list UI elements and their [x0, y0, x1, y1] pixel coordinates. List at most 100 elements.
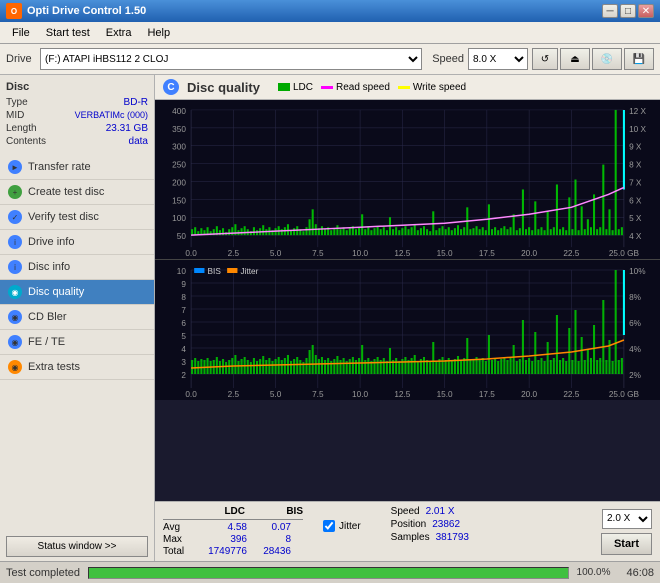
minimize-button[interactable]: ─ — [602, 4, 618, 18]
start-button[interactable]: Start — [601, 533, 652, 555]
disc-info-icon: i — [8, 260, 22, 274]
svg-text:7: 7 — [181, 306, 186, 315]
svg-text:6 X: 6 X — [629, 196, 642, 205]
max-bis: 8 — [251, 534, 291, 545]
svg-text:4%: 4% — [629, 345, 641, 354]
menu-start-test[interactable]: Start test — [38, 25, 98, 41]
samples-value: 381793 — [436, 532, 469, 543]
svg-text:350: 350 — [172, 125, 186, 134]
svg-text:10 X: 10 X — [629, 125, 647, 134]
svg-text:7.5: 7.5 — [312, 390, 324, 399]
disc-contents-value: data — [129, 136, 148, 147]
create-test-disc-label: Create test disc — [28, 186, 104, 198]
svg-text:20.0: 20.0 — [521, 390, 538, 399]
svg-text:BIS: BIS — [208, 267, 222, 276]
jitter-checkbox[interactable] — [323, 520, 335, 532]
disc-length-value: 23.31 GB — [106, 123, 148, 134]
save-button[interactable]: 💾 — [624, 48, 654, 70]
drive-select[interactable]: (F:) ATAPI iHBS112 2 CLOJ — [40, 48, 422, 70]
progress-percent: 100.0% — [577, 567, 611, 578]
svg-text:15.0: 15.0 — [437, 390, 454, 399]
drive-label: Drive — [6, 53, 36, 65]
speed-select-stats[interactable]: 2.0 X — [602, 509, 652, 529]
speed-stat-label: Speed — [391, 506, 420, 517]
fe-te-label: FE / TE — [28, 336, 65, 348]
sidebar-item-cd-bler[interactable]: ◉ CD Bler — [0, 305, 154, 330]
svg-text:2: 2 — [181, 371, 186, 380]
sidebar-item-transfer-rate[interactable]: ► Transfer rate — [0, 155, 154, 180]
svg-text:100: 100 — [172, 214, 186, 223]
sidebar-item-disc-quality[interactable]: ◉ Disc quality — [0, 280, 154, 305]
cd-bler-label: CD Bler — [28, 311, 67, 323]
svg-text:8%: 8% — [629, 293, 641, 302]
charts-area: 400 350 300 250 200 150 100 50 12 X 10 X… — [155, 100, 660, 501]
svg-text:300: 300 — [172, 143, 186, 152]
close-button[interactable]: ✕ — [638, 4, 654, 18]
disc-icon-button[interactable]: 💿 — [592, 48, 622, 70]
samples-label: Samples — [391, 532, 430, 543]
app-icon: O — [6, 3, 22, 19]
eject-button[interactable]: ⏏ — [560, 48, 590, 70]
ldc-legend-label: LDC — [293, 82, 313, 93]
svg-text:5.0: 5.0 — [270, 249, 282, 258]
svg-text:0.0: 0.0 — [185, 249, 197, 258]
svg-text:15.0: 15.0 — [437, 249, 454, 258]
total-bis: 28436 — [251, 546, 291, 557]
sidebar-item-drive-info[interactable]: i Drive info — [0, 230, 154, 255]
refresh-button[interactable]: ↺ — [532, 48, 558, 70]
svg-text:0.0: 0.0 — [185, 390, 197, 399]
position-value: 23862 — [432, 519, 460, 530]
maximize-button[interactable]: □ — [620, 4, 636, 18]
fe-te-icon: ◉ — [8, 335, 22, 349]
content-area: C Disc quality LDC Read speed Write spee… — [155, 75, 660, 561]
bis-header: BIS — [253, 506, 303, 517]
disc-type-value: BD-R — [124, 97, 148, 108]
avg-bis: 0.07 — [251, 522, 291, 533]
app-title: Opti Drive Control 1.50 — [27, 5, 146, 17]
svg-text:400: 400 — [172, 107, 186, 116]
svg-text:25.0 GB: 25.0 GB — [609, 390, 639, 399]
svg-text:7 X: 7 X — [629, 179, 642, 188]
write-speed-legend-color — [398, 86, 410, 89]
disc-quality-header: C Disc quality LDC Read speed Write spee… — [155, 75, 660, 100]
disc-length-label: Length — [6, 123, 37, 134]
svg-text:22.5: 22.5 — [563, 249, 580, 258]
drive-info-icon: i — [8, 235, 22, 249]
svg-text:250: 250 — [172, 161, 186, 170]
status-window-button[interactable]: Status window >> — [6, 536, 148, 557]
disc-mid-label: MID — [6, 110, 24, 121]
create-test-disc-icon: + — [8, 185, 22, 199]
svg-text:8 X: 8 X — [629, 161, 642, 170]
disc-section: Disc Type BD-R MID VERBATIMc (000) Lengt… — [0, 75, 154, 155]
svg-text:10.0: 10.0 — [352, 249, 369, 258]
verify-test-disc-icon: ✓ — [8, 210, 22, 224]
svg-text:50: 50 — [177, 232, 187, 241]
svg-text:150: 150 — [172, 196, 186, 205]
svg-text:10.0: 10.0 — [352, 390, 369, 399]
menu-extra[interactable]: Extra — [98, 25, 140, 41]
sidebar-item-create-test-disc[interactable]: + Create test disc — [0, 180, 154, 205]
svg-text:7.5: 7.5 — [312, 249, 324, 258]
menu-help[interactable]: Help — [139, 25, 178, 41]
sidebar-item-verify-test-disc[interactable]: ✓ Verify test disc — [0, 205, 154, 230]
upper-chart: 400 350 300 250 200 150 100 50 12 X 10 X… — [155, 100, 660, 260]
speed-select-top[interactable]: 8.0 X — [468, 48, 528, 70]
stats-bar: LDC BIS Avg 4.58 0.07 Max 396 8 Total — [155, 501, 660, 561]
svg-text:2.5: 2.5 — [228, 390, 240, 399]
menu-file[interactable]: File — [4, 25, 38, 41]
svg-text:2.5: 2.5 — [228, 249, 240, 258]
svg-text:4: 4 — [181, 345, 186, 354]
sidebar-item-extra-tests[interactable]: ◉ Extra tests — [0, 355, 154, 380]
status-bar: Test completed 100.0% 46:08 — [0, 561, 660, 583]
progress-bar-container — [88, 567, 569, 579]
read-speed-legend-label: Read speed — [336, 82, 390, 93]
verify-test-disc-label: Verify test disc — [28, 211, 99, 223]
sidebar-item-disc-info[interactable]: i Disc info — [0, 255, 154, 280]
disc-info-label: Disc info — [28, 261, 70, 273]
avg-label: Avg — [163, 522, 193, 533]
svg-text:6: 6 — [181, 319, 186, 328]
svg-text:Jitter: Jitter — [241, 267, 259, 276]
svg-text:5: 5 — [181, 332, 186, 341]
sidebar-item-fe-te[interactable]: ◉ FE / TE — [0, 330, 154, 355]
disc-type-label: Type — [6, 97, 28, 108]
